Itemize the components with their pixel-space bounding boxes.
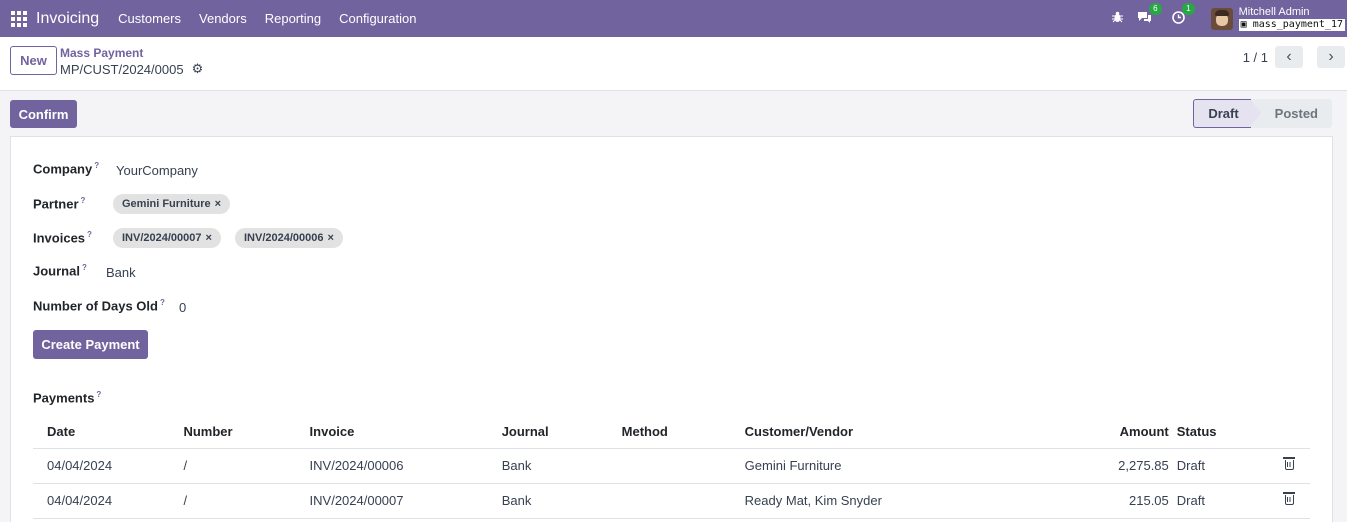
payments-table: Date Number Invoice Journal Method Custo… [33, 416, 1310, 519]
invoice-tag-label: INV/2024/00007 [122, 232, 202, 244]
help-icon[interactable]: ? [94, 161, 99, 170]
cell-invoice: INV/2024/00006 [309, 448, 502, 484]
record-name: MP/CUST/2024/0005 [60, 61, 184, 77]
gear-icon[interactable]: ⚙ [192, 61, 204, 77]
column-partner[interactable]: Customer/Vendor [744, 416, 1028, 449]
partner-tag-label: Gemini Furniture [122, 198, 211, 210]
column-invoice[interactable]: Invoice [309, 416, 502, 449]
user-avatar[interactable] [1210, 7, 1233, 30]
column-number[interactable]: Number [183, 416, 310, 449]
days-old-label: Number of Days Old? [33, 298, 165, 314]
help-icon[interactable]: ? [82, 263, 87, 272]
database-name: mass_payment_17 [1252, 19, 1343, 30]
days-old-field[interactable]: 0 [179, 300, 186, 315]
column-amount[interactable]: Amount [1027, 416, 1177, 449]
apps-grid-icon [10, 10, 27, 27]
cell-method [621, 448, 745, 484]
trash-icon [1282, 492, 1295, 505]
cell-invoice: INV/2024/00007 [309, 483, 502, 519]
control-panel: New Mass Payment MP/CUST/2024/0005 ⚙ 1 /… [0, 37, 1347, 91]
invoice-tag[interactable]: INV/2024/00006 × [235, 228, 343, 248]
menu-customers[interactable]: Customers [109, 11, 190, 26]
breadcrumb-current: MP/CUST/2024/0005 ⚙ [60, 61, 203, 77]
user-name: Mitchell Admin [1238, 6, 1310, 18]
invoice-tag-label: INV/2024/00006 [244, 232, 324, 244]
remove-tag-icon[interactable]: × [215, 198, 221, 210]
user-menu[interactable]: Mitchell Admin ▣ mass_payment_17 [1238, 6, 1345, 31]
cell-status: Draft [1176, 483, 1283, 519]
app-name[interactable]: Invoicing [36, 10, 99, 28]
delete-row-button[interactable] [1282, 483, 1310, 519]
table-header-row: Date Number Invoice Journal Method Custo… [33, 416, 1310, 449]
bug-icon[interactable] [1111, 11, 1123, 26]
chat-icon[interactable]: 6 [1137, 2, 1162, 27]
clock-icon[interactable]: 1 [1171, 2, 1195, 27]
table-row[interactable]: 04/04/2024 / INV/2024/00006 Bank Gemini … [33, 448, 1310, 484]
invoices-label: Invoices? [33, 230, 92, 246]
menu-vendors[interactable]: Vendors [190, 11, 256, 26]
messages-badge: 6 [1149, 2, 1162, 15]
systray: 6 1 Mitchell Admin ▣ mass_payment_17 [1111, 0, 1347, 37]
cell-partner: Gemini Furniture [744, 448, 1028, 484]
help-icon[interactable]: ? [87, 230, 92, 239]
database-icon: ▣ [1240, 19, 1247, 30]
chevron-left-icon: ‹ [1286, 48, 1292, 65]
column-status[interactable]: Status [1176, 416, 1283, 449]
cell-journal: Bank [501, 448, 622, 484]
partner-label: Partner? [33, 196, 86, 212]
pager-previous-button[interactable]: ‹ [1275, 46, 1303, 68]
cell-method [621, 483, 745, 519]
cell-journal: Bank [501, 483, 622, 519]
payments-label: Payments? [33, 390, 102, 406]
column-delete [1282, 416, 1310, 449]
delete-row-button[interactable] [1282, 448, 1310, 484]
column-method[interactable]: Method [621, 416, 745, 449]
stage-draft[interactable]: Draft [1193, 99, 1263, 128]
journal-label: Journal? [33, 263, 87, 279]
breadcrumb-parent[interactable]: Mass Payment [60, 46, 143, 60]
table-row[interactable]: 04/04/2024 / INV/2024/00007 Bank Ready M… [33, 483, 1310, 519]
confirm-button[interactable]: Confirm [10, 100, 77, 128]
company-label: Company? [33, 161, 100, 177]
stage-posted[interactable]: Posted [1250, 99, 1332, 128]
cell-date: 04/04/2024 [33, 483, 184, 519]
status-bar: Draft Posted [1193, 99, 1332, 128]
form-sheet: Company? YourCompany Partner? Gemini Fur… [10, 136, 1333, 522]
new-button[interactable]: New [10, 46, 57, 75]
invoice-tag[interactable]: INV/2024/00007 × [113, 228, 221, 248]
column-journal[interactable]: Journal [501, 416, 622, 449]
top-navbar: Invoicing Customers Vendors Reporting Co… [0, 0, 1347, 37]
help-icon[interactable]: ? [96, 390, 101, 399]
trash-icon [1282, 457, 1295, 470]
cell-amount: 2,275.85 [1027, 448, 1177, 484]
help-icon[interactable]: ? [160, 298, 165, 307]
remove-tag-icon[interactable]: × [206, 232, 212, 244]
chevron-right-icon: › [1328, 48, 1334, 65]
partner-tag[interactable]: Gemini Furniture × [113, 194, 231, 214]
apps-menu-button[interactable] [0, 0, 37, 37]
cell-partner: Ready Mat, Kim Snyder [744, 483, 1028, 519]
cell-number: / [183, 448, 310, 484]
help-icon[interactable]: ? [81, 196, 86, 205]
journal-field[interactable]: Bank [106, 265, 136, 280]
column-date[interactable]: Date [33, 416, 184, 449]
cell-amount: 215.05 [1027, 483, 1177, 519]
menu-configuration[interactable]: Configuration [330, 11, 425, 26]
cell-status: Draft [1176, 448, 1283, 484]
cell-number: / [183, 483, 310, 519]
cell-date: 04/04/2024 [33, 448, 184, 484]
menu-reporting[interactable]: Reporting [256, 11, 330, 26]
remove-tag-icon[interactable]: × [328, 232, 334, 244]
database-label: ▣ mass_payment_17 [1238, 19, 1345, 31]
pager-value[interactable]: 1 / 1 [1243, 50, 1268, 65]
create-payment-button[interactable]: Create Payment [33, 330, 148, 359]
pager-next-button[interactable]: › [1317, 46, 1345, 68]
activities-badge: 1 [1182, 2, 1195, 15]
company-field[interactable]: YourCompany [116, 163, 198, 178]
